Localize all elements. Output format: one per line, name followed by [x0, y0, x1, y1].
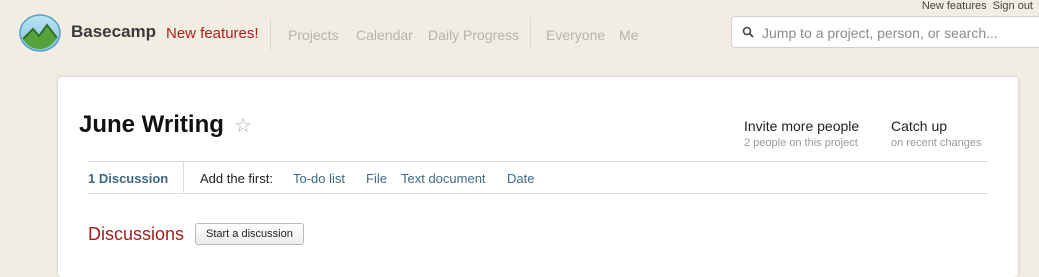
top-new-features-link[interactable]: New features [922, 0, 987, 12]
project-panel: June Writing ☆ Invite more people 2 peop… [58, 77, 1018, 277]
search-input[interactable] [760, 21, 1039, 45]
nav-divider [530, 18, 531, 50]
tab-discussions[interactable]: 1 Discussion [88, 171, 168, 186]
start-discussion-button[interactable]: Start a discussion [195, 223, 304, 245]
nav-divider [270, 18, 271, 50]
basecamp-logo-icon[interactable] [19, 12, 61, 52]
nav-me[interactable]: Me [619, 27, 638, 43]
invite-people-link[interactable]: Invite more people [744, 118, 859, 134]
add-text-document-link[interactable]: Text document [401, 171, 486, 186]
add-first-label: Add the first: [200, 171, 273, 186]
brand-name[interactable]: Basecamp [71, 22, 156, 42]
catch-up-action[interactable]: Catch up on recent changes [891, 118, 982, 149]
add-todo-list-link[interactable]: To-do list [293, 171, 345, 186]
sign-out-link[interactable]: Sign out [993, 0, 1033, 12]
tab-divider [183, 161, 184, 193]
catch-up-link[interactable]: Catch up [891, 118, 982, 134]
nav-everyone[interactable]: Everyone [546, 27, 605, 43]
search-icon [742, 26, 754, 38]
project-title: June Writing [79, 111, 224, 138]
divider [88, 193, 988, 194]
new-features-link[interactable]: New features! [166, 25, 259, 42]
nav-daily-progress[interactable]: Daily Progress [428, 27, 519, 43]
discussions-heading: Discussions [88, 224, 185, 244]
star-icon[interactable]: ☆ [234, 113, 252, 138]
top-links: New features Sign out [922, 0, 1039, 12]
add-file-link[interactable]: File [366, 171, 387, 186]
invite-people-action[interactable]: Invite more people 2 people on this proj… [744, 118, 859, 149]
search-box[interactable] [731, 16, 1039, 48]
invite-people-subtext: 2 people on this project [744, 137, 858, 149]
nav-calendar[interactable]: Calendar [356, 27, 413, 43]
project-tab-bar: 1 Discussion Add the first: To-do list F… [88, 161, 988, 193]
catch-up-subtext: on recent changes [891, 137, 982, 149]
nav-projects[interactable]: Projects [288, 27, 339, 43]
add-date-link[interactable]: Date [507, 171, 534, 186]
